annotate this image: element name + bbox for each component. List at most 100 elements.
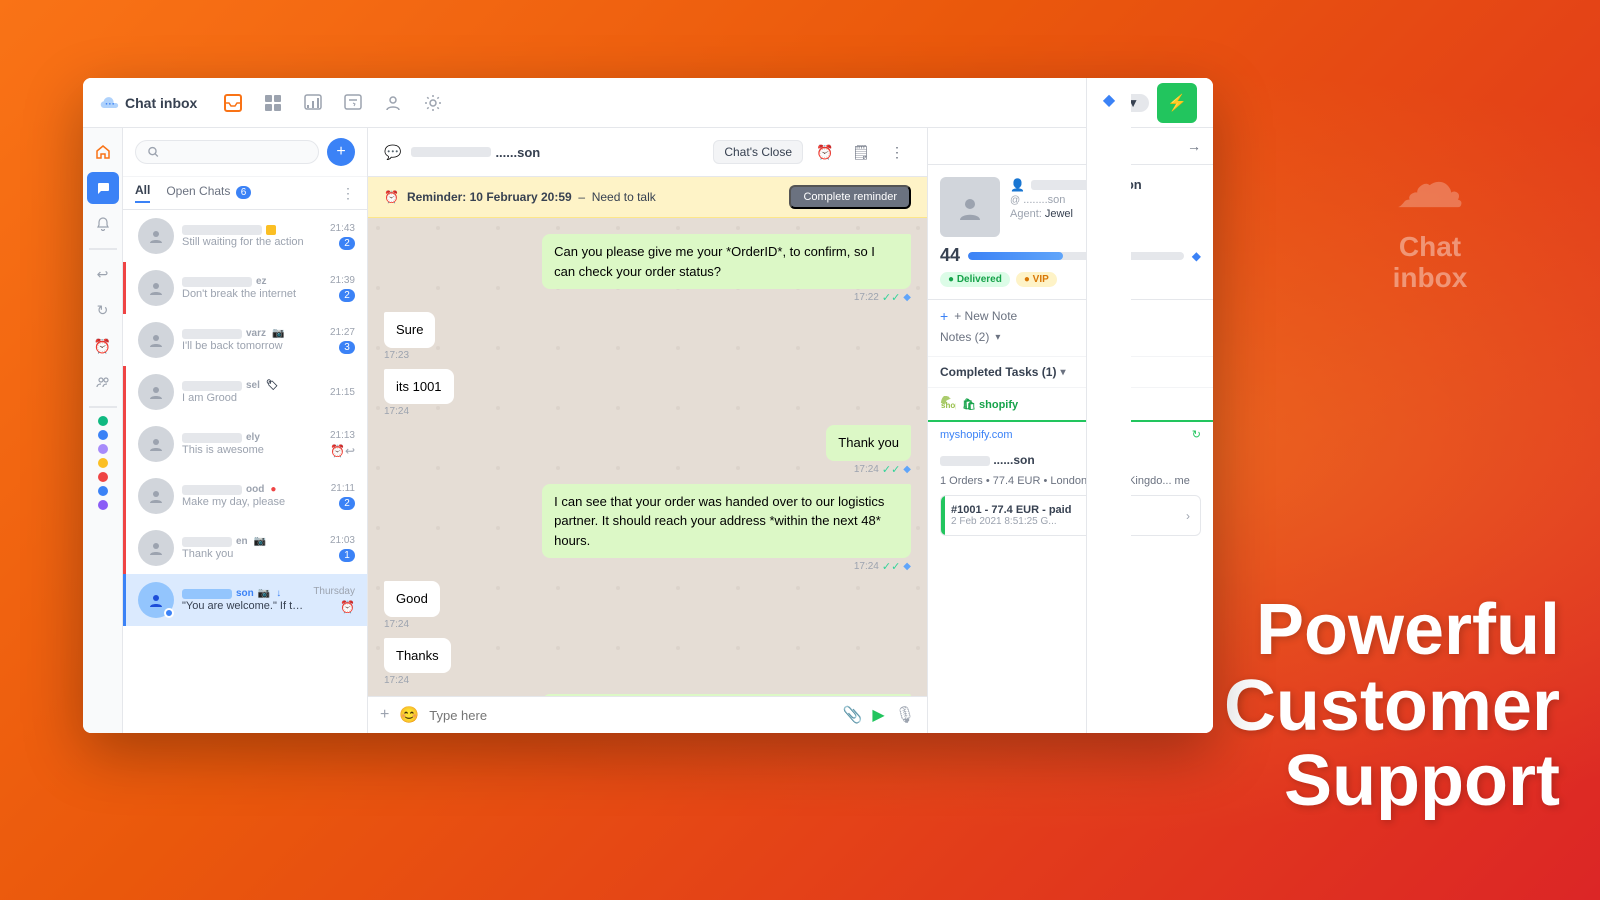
- unread-badge: 2: [339, 497, 355, 510]
- chat-item-info: ood ● Make my day, please: [182, 484, 323, 508]
- notes-toggle[interactable]: Notes (2) ▾: [940, 330, 1201, 344]
- active-chat-item[interactable]: son 📷 ↓ "You are welcome." If there's an…: [123, 574, 367, 626]
- search-wrap: [135, 140, 319, 164]
- chat-item-name-text: [182, 277, 252, 287]
- message-item: Thanks 17:24: [384, 638, 911, 687]
- agent-name: Jewel: [1045, 208, 1073, 220]
- message-item: Good 17:24: [384, 581, 911, 630]
- nav-inbox-icon[interactable]: [221, 91, 245, 115]
- order-card[interactable]: #1001 - 77.4 EUR - paid 2 Feb 2021 8:51:…: [940, 495, 1201, 536]
- mic-button[interactable]: 🎙: [895, 705, 915, 725]
- info-panel-header: →: [928, 128, 1213, 165]
- reminder-header-icon[interactable]: ⏰: [811, 138, 839, 166]
- sidebar-icon-notifications[interactable]: [87, 208, 119, 240]
- close-chat-button[interactable]: Chat's Close: [713, 140, 803, 164]
- chat-type-icon: 💬: [384, 144, 401, 161]
- notes-header-icon[interactable]: 🗒: [847, 138, 875, 166]
- message-bubble: I can see that your order was handed ove…: [542, 484, 911, 559]
- right-diamond-panel: ◆: [1086, 78, 1131, 733]
- message-bubble: its 1001: [384, 369, 454, 405]
- chat-item-name-text: [182, 225, 262, 235]
- color-dot-violet[interactable]: [98, 500, 108, 510]
- nav-edit-icon[interactable]: [341, 91, 365, 115]
- nav-grid-icon[interactable]: [261, 91, 285, 115]
- reminder-text: Reminder: 10 February 20:59 – Need to ta…: [407, 190, 782, 204]
- color-dot-blue2[interactable]: [98, 486, 108, 496]
- myshopify-link[interactable]: myshopify.com: [940, 429, 1013, 441]
- shopify-tab[interactable]: shopify 🛍 shopify: [928, 388, 1213, 422]
- add-chat-button[interactable]: +: [327, 138, 355, 166]
- sidebar-icons: ↩ ↻ ⏰: [83, 128, 123, 733]
- score-bar: [968, 252, 1063, 260]
- chat-messages[interactable]: Can you please give me your *OrderID*, t…: [368, 218, 927, 696]
- chat-time: Thursday: [313, 586, 355, 597]
- tab-open-chats[interactable]: Open Chats 6: [166, 184, 251, 202]
- email-icon: @: [1010, 195, 1020, 206]
- new-note-button[interactable]: + + New Note: [940, 308, 1201, 324]
- sidebar-icon-home[interactable]: [87, 136, 119, 168]
- app-window: Chat inbox ◆ ▼: [83, 78, 1213, 733]
- nav-user-icon[interactable]: [381, 91, 405, 115]
- shopify-refresh-icon[interactable]: ↻: [1192, 428, 1201, 441]
- emoji-action-icon[interactable]: 😊: [399, 705, 419, 725]
- completed-tasks-toggle[interactable]: Completed Tasks (1) ▾: [940, 365, 1201, 379]
- message-item: its 1001 17:24: [384, 369, 911, 418]
- chat-item-preview: Make my day, please: [182, 496, 323, 508]
- color-dot-green[interactable]: [98, 416, 108, 426]
- sidebar-icon-chat[interactable]: [87, 172, 119, 204]
- nav-chart-icon[interactable]: [301, 91, 325, 115]
- chat-header: 💬 ......son Chat's Close ⏰ 🗒 ⋮: [368, 128, 927, 177]
- avatar: [138, 530, 174, 566]
- info-panel-arrow-icon[interactable]: →: [1187, 138, 1201, 154]
- chat-item-meta: 21:13 ⏰↩: [330, 430, 355, 458]
- list-item[interactable]: varz 📷 I'll be back tomorrow 21:27 3: [123, 314, 367, 366]
- color-dot-yellow[interactable]: [98, 458, 108, 468]
- chat-item-meta: 21:03 1: [330, 535, 355, 562]
- main-content: ↩ ↻ ⏰ + All: [83, 128, 1213, 733]
- chat-item-preview: This is awesome: [182, 444, 322, 456]
- tab-all[interactable]: All: [135, 183, 150, 203]
- complete-reminder-button[interactable]: Complete reminder: [789, 185, 911, 209]
- order-number: #1001 - 77.4 EUR - paid: [951, 504, 1071, 516]
- camera-icon: 📷: [272, 328, 284, 339]
- tags-row: ● Delivered ● VIP: [940, 272, 1201, 287]
- active-chat-clock-icon: ⏰: [340, 600, 355, 614]
- diamond-msg-icon: ◆: [903, 561, 911, 572]
- chat-time: 21:43: [330, 223, 355, 234]
- quick-action-button[interactable]: ⚡: [1157, 83, 1197, 123]
- list-item[interactable]: en 📷 Thank you 21:03 1: [123, 522, 367, 574]
- sidebar-icon-reload[interactable]: ↻: [87, 294, 119, 326]
- sidebar-icon-back[interactable]: ↩: [87, 258, 119, 290]
- message-bubble: Sure: [384, 312, 435, 348]
- red-dot-icon: ●: [270, 484, 276, 495]
- sidebar-icon-clock[interactable]: ⏰: [87, 330, 119, 362]
- color-dot-purple[interactable]: [98, 444, 108, 454]
- chat-tabs-more[interactable]: ⋮: [341, 185, 355, 202]
- chat-time: 21:39: [330, 275, 355, 286]
- list-item[interactable]: ood ● Make my day, please 21:11 2: [123, 470, 367, 522]
- list-item[interactable]: Still waiting for the action 21:43 2: [123, 210, 367, 262]
- cloud-logo-icon: [99, 96, 119, 110]
- more-header-icon[interactable]: ⋮: [883, 138, 911, 166]
- color-dot-red[interactable]: [98, 472, 108, 482]
- attach-action-icon[interactable]: +: [380, 706, 389, 724]
- active-chat-status-icon: ↓: [276, 588, 281, 599]
- panel-diamond-icon[interactable]: ◆: [1103, 90, 1115, 110]
- order-chevron-icon[interactable]: ›: [1186, 509, 1190, 523]
- order-row: #1001 - 77.4 EUR - paid 2 Feb 2021 8:51:…: [941, 496, 1200, 535]
- diamond-msg-icon: ◆: [903, 464, 911, 475]
- list-item[interactable]: ez Don't break the internet 21:39 2: [123, 262, 367, 314]
- list-item[interactable]: ely This is awesome 21:13 ⏰↩: [123, 418, 367, 470]
- customer-email: ........son: [1023, 194, 1065, 206]
- sidebar-icon-group[interactable]: [87, 366, 119, 398]
- chat-item-meta: 21:11 2: [331, 483, 355, 510]
- nav-settings-icon[interactable]: [421, 91, 445, 115]
- send-button[interactable]: ▶: [872, 705, 884, 725]
- search-input[interactable]: [165, 145, 306, 159]
- diamond-msg-icon: ◆: [903, 292, 911, 303]
- chat-input-field[interactable]: [429, 708, 832, 723]
- color-dot-blue[interactable]: [98, 430, 108, 440]
- list-item[interactable]: sel 🏷 I am Grood 21:15: [123, 366, 367, 418]
- attachment-icon[interactable]: 📎: [842, 705, 862, 725]
- customer-avatar: [940, 177, 1000, 237]
